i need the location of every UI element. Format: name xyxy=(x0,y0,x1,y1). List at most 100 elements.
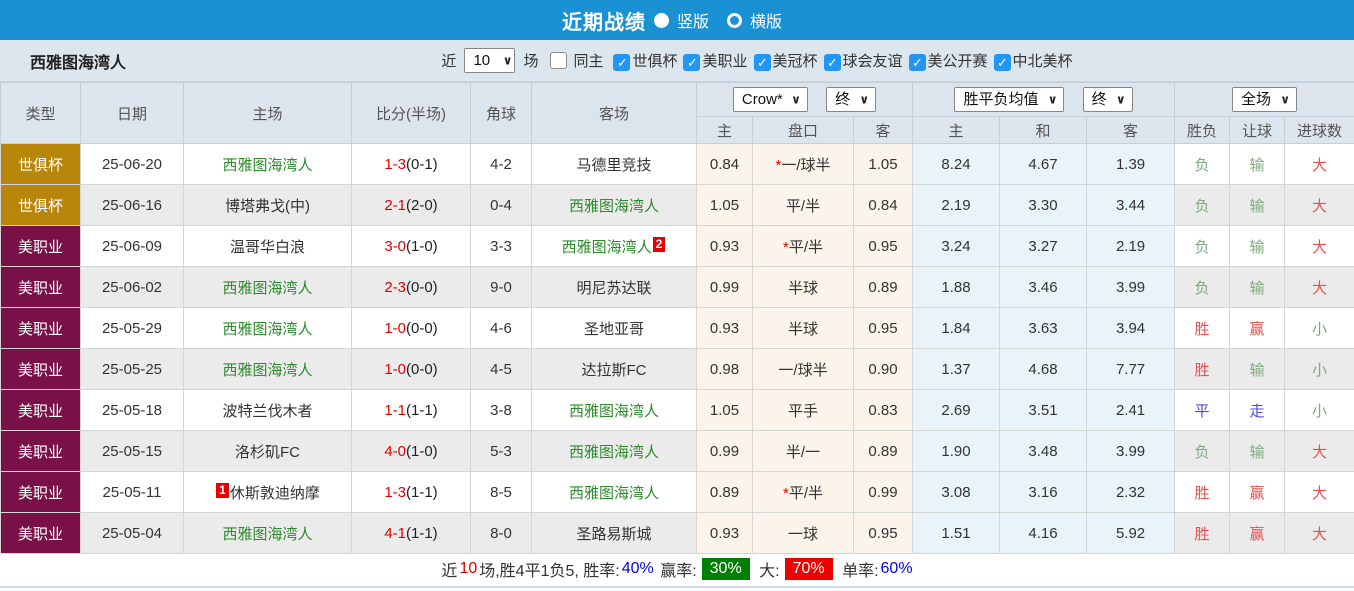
away-team-cell[interactable]: 西雅图海湾人2 xyxy=(532,226,697,267)
handicap-home-odds-cell: 0.84 xyxy=(697,144,753,185)
avg-type-select[interactable]: 胜平负均值 xyxy=(954,87,1064,112)
league-checkbox-1[interactable] xyxy=(683,54,700,71)
home-team-cell[interactable]: 博塔弗戈(中) xyxy=(184,185,352,226)
handicap-line-cell: 一球 xyxy=(753,513,854,554)
league-checkbox-label-1[interactable]: 美职业 xyxy=(702,53,747,70)
handicap-away-odds-cell: 0.99 xyxy=(854,472,913,513)
goals-result-cell: 大 xyxy=(1285,185,1354,226)
league-checkbox-label-0[interactable]: 世俱杯 xyxy=(632,53,677,70)
matches-label: 场 xyxy=(523,50,538,71)
wdl-result-cell: 负 xyxy=(1175,431,1230,472)
recent-matches-table: 类型 日期 主场 比分(半场) 角球 客场 Crow* 终 胜平负均值 终 全场 xyxy=(0,82,1354,554)
match-date-cell: 25-05-25 xyxy=(81,349,184,390)
away-team-cell[interactable]: 马德里竞技 xyxy=(532,144,697,185)
match-count-select[interactable]: 10 xyxy=(464,48,515,73)
vertical-layout-radio[interactable] xyxy=(654,13,669,28)
team-name: 西雅图海湾人 xyxy=(30,49,126,73)
avg-win-odds-cell: 1.90 xyxy=(913,431,1000,472)
near-label: 近 xyxy=(441,50,456,71)
wdl-result-cell: 负 xyxy=(1175,267,1230,308)
odds-company-select[interactable]: Crow* xyxy=(733,87,808,112)
handicap-away-odds-cell: 0.83 xyxy=(854,390,913,431)
league-checkbox-label-5[interactable]: 中北美杯 xyxy=(1013,53,1073,70)
avg-lose-odds-cell: 2.32 xyxy=(1087,472,1175,513)
away-team-cell[interactable]: 西雅图海湾人 xyxy=(532,431,697,472)
score-cell: 1-1(1-1) xyxy=(352,390,471,431)
home-team-cell[interactable]: 洛杉矶FC xyxy=(184,431,352,472)
summary-segment-9: 60% xyxy=(881,560,913,578)
top-title-bar: 近期战绩 竖版 横版 xyxy=(0,0,1354,40)
summary-segment-1: 10 xyxy=(459,560,477,578)
league-checkboxes: 世俱杯 美职业 美冠杯 球会友谊 美公开赛 中北美杯 xyxy=(607,50,1072,71)
full-time-score: 1-0 xyxy=(384,320,406,337)
home-team-cell[interactable]: 波特兰伐木者 xyxy=(184,390,352,431)
same-home-checkbox[interactable] xyxy=(550,52,567,69)
match-row: 美职业25-06-02西雅图海湾人2-3(0-0)9-0明尼苏达联0.99半球0… xyxy=(1,267,1354,308)
handicap-away-odds-cell: 0.89 xyxy=(854,267,913,308)
goals-result-cell: 大 xyxy=(1285,513,1354,554)
avg-draw-odds-cell: 3.27 xyxy=(1000,226,1087,267)
league-checkbox-4[interactable] xyxy=(909,54,926,71)
handicap-group-header: Crow* 终 xyxy=(697,83,913,117)
same-home-label[interactable]: 同主 xyxy=(573,50,603,71)
league-type-cell: 美职业 xyxy=(1,308,81,349)
away-team-cell[interactable]: 西雅图海湾人 xyxy=(532,472,697,513)
half-time-score: (1-1) xyxy=(406,484,438,501)
horizontal-layout-label[interactable]: 横版 xyxy=(750,8,782,32)
odds-time-select[interactable]: 终 xyxy=(826,87,876,112)
col-header-home: 主场 xyxy=(184,83,352,144)
home-team-cell[interactable]: 温哥华白浪 xyxy=(184,226,352,267)
home-team-name: 洛杉矶FC xyxy=(235,444,300,461)
handicap-line: 平/半 xyxy=(786,198,820,215)
handicap-line: 半球 xyxy=(788,280,818,297)
home-team-cell[interactable]: 1休斯敦迪纳摩 xyxy=(184,472,352,513)
avg-draw-odds-cell: 3.30 xyxy=(1000,185,1087,226)
league-type-cell: 美职业 xyxy=(1,472,81,513)
home-team-cell[interactable]: 西雅图海湾人 xyxy=(184,513,352,554)
league-checkbox-label-2[interactable]: 美冠杯 xyxy=(773,53,818,70)
page-title: 近期战绩 xyxy=(562,6,646,35)
home-team-cell[interactable]: 西雅图海湾人 xyxy=(184,144,352,185)
avg-win-odds-cell: 3.08 xyxy=(913,472,1000,513)
league-checkbox-0[interactable] xyxy=(613,54,630,71)
full-time-score: 1-1 xyxy=(384,402,406,419)
home-team-cell[interactable]: 西雅图海湾人 xyxy=(184,349,352,390)
match-date-cell: 25-05-29 xyxy=(81,308,184,349)
league-checkbox-5[interactable] xyxy=(994,54,1011,71)
wdl-result-cell: 胜 xyxy=(1175,349,1230,390)
away-team-cell[interactable]: 圣地亚哥 xyxy=(532,308,697,349)
away-team-cell[interactable]: 达拉斯FC xyxy=(532,349,697,390)
handicap-line: 一/球半 xyxy=(781,157,830,174)
wdl-result-cell: 胜 xyxy=(1175,513,1230,554)
avg-win-odds-cell: 2.19 xyxy=(913,185,1000,226)
horizontal-layout-radio[interactable] xyxy=(727,13,742,28)
avg-draw-odds-cell: 4.67 xyxy=(1000,144,1087,185)
avg-lose-odds-cell: 3.94 xyxy=(1087,308,1175,349)
league-checkbox-label-3[interactable]: 球会友谊 xyxy=(843,53,903,70)
away-team-cell[interactable]: 西雅图海湾人 xyxy=(532,390,697,431)
home-team-cell[interactable]: 西雅图海湾人 xyxy=(184,267,352,308)
handicap-away-odds-cell: 0.84 xyxy=(854,185,913,226)
home-team-cell[interactable]: 西雅图海湾人 xyxy=(184,308,352,349)
handicap-line: 半球 xyxy=(788,321,818,338)
avg-time-select[interactable]: 终 xyxy=(1083,87,1133,112)
league-checkbox-3[interactable] xyxy=(824,54,841,71)
avg-lose-odds-cell: 2.41 xyxy=(1087,390,1175,431)
corner-cell: 0-4 xyxy=(471,185,532,226)
summary-footer: 近10场,胜4平1负5, 胜率:40% 赢率:30% 大:70% 单率:60% xyxy=(0,554,1354,584)
vertical-layout-label[interactable]: 竖版 xyxy=(677,8,709,32)
handicap-away-odds-cell: 0.95 xyxy=(854,308,913,349)
full-time-score: 1-3 xyxy=(384,484,406,501)
league-checkbox-label-4[interactable]: 美公开赛 xyxy=(928,53,988,70)
score-cell: 4-1(1-1) xyxy=(352,513,471,554)
scope-select[interactable]: 全场 xyxy=(1232,87,1297,112)
col-header-score: 比分(半场) xyxy=(352,83,471,144)
away-team-cell[interactable]: 西雅图海湾人 xyxy=(532,185,697,226)
avg-win-odds-cell: 3.24 xyxy=(913,226,1000,267)
handicap-line-cell: 半球 xyxy=(753,308,854,349)
handicap-line: 半/一 xyxy=(786,444,820,461)
league-checkbox-2[interactable] xyxy=(754,54,771,71)
away-team-cell[interactable]: 圣路易斯城 xyxy=(532,513,697,554)
away-team-cell[interactable]: 明尼苏达联 xyxy=(532,267,697,308)
avg-win-odds-cell: 1.88 xyxy=(913,267,1000,308)
